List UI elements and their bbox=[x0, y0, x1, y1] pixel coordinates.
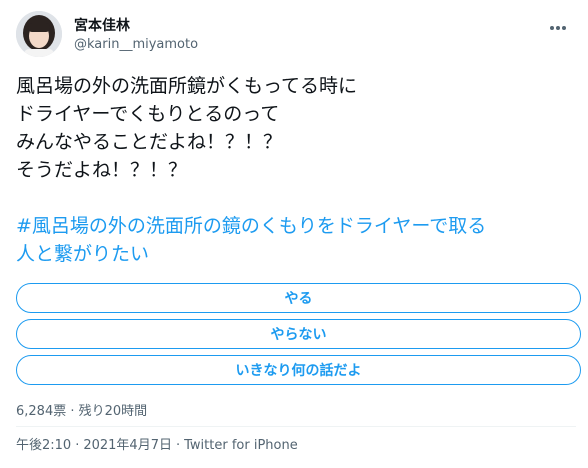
tweet-timestamp: 午後2:10 · 2021年4月7日 · Twitter for iPhone bbox=[16, 434, 298, 453]
poll-option-2[interactable]: やらない bbox=[16, 319, 581, 349]
meta-separator: · bbox=[175, 438, 181, 453]
hashtag-line[interactable]: #風呂場の外の洗面所の鏡のくもりをドライヤーで取る bbox=[16, 212, 582, 240]
tweet-line: 風呂場の外の洗面所鏡がくもってる時に bbox=[16, 75, 358, 97]
poll-votes: 6,284票 bbox=[16, 404, 67, 419]
poll-option-3[interactable]: いきなり何の話だよ bbox=[16, 355, 581, 385]
tweet-date[interactable]: 2021年4月7日 bbox=[83, 438, 172, 453]
poll-meta: 6,284票 · 残り20時間 bbox=[16, 400, 147, 419]
tweet-line: ドライヤーでくもりとるのって bbox=[16, 103, 280, 125]
tweet-line: みんなやることだよね！？！？ bbox=[16, 131, 283, 153]
display-name[interactable]: 宮本佳林 bbox=[74, 15, 130, 35]
divider bbox=[16, 426, 576, 427]
poll-option-1[interactable]: やる bbox=[16, 283, 581, 313]
poll-separator: · bbox=[70, 404, 75, 419]
hashtag-line[interactable]: 人と繋がりたい bbox=[16, 240, 582, 268]
tweet-body: 風呂場の外の洗面所鏡がくもってる時に ドライヤーでくもりとるのって みんなやるこ… bbox=[16, 72, 576, 184]
user-handle[interactable]: @karin__miyamoto bbox=[74, 37, 198, 52]
tweet-source[interactable]: Twitter for iPhone bbox=[184, 438, 298, 453]
avatar[interactable] bbox=[16, 11, 62, 57]
tweet-line: そうだよね！？！？ bbox=[16, 159, 188, 181]
tweet-time[interactable]: 午後2:10 bbox=[16, 438, 71, 453]
hashtag-link[interactable]: #風呂場の外の洗面所の鏡のくもりをドライヤーで取る 人と繋がりたい bbox=[16, 212, 582, 268]
tweet-header: 宮本佳林 @karin__miyamoto bbox=[16, 9, 576, 57]
meta-separator: · bbox=[75, 438, 80, 453]
poll: やる やらない いきなり何の話だよ bbox=[16, 283, 581, 391]
poll-remaining: 残り20時間 bbox=[78, 404, 148, 419]
more-dots-icon[interactable] bbox=[550, 15, 572, 30]
